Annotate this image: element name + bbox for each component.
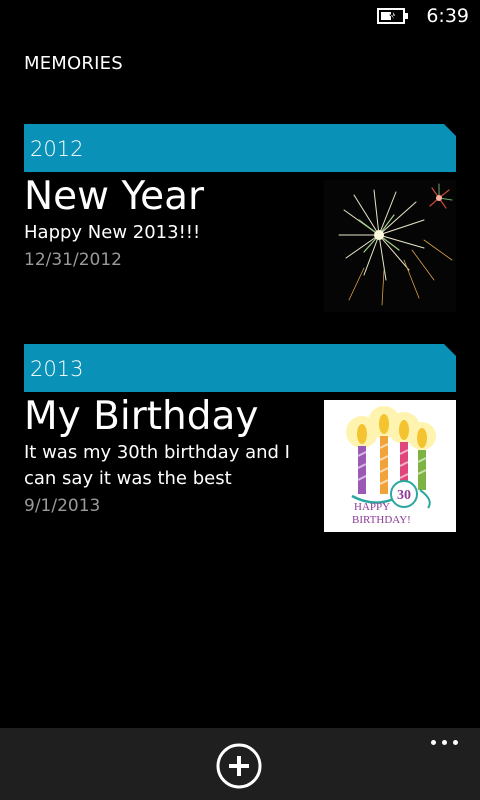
app-title: MEMORIES (24, 53, 123, 74)
memory-date: 12/31/2012 (24, 250, 122, 270)
year-label: 2012 (30, 137, 84, 161)
year-header-background (24, 124, 456, 172)
memory-description: Happy New 2013!!! (24, 222, 201, 243)
dot (430, 739, 436, 745)
memory-item[interactable]: My Birthday It was my 30th birthday and … (24, 392, 456, 532)
memory-group-2013: 2013 My Birthday It was my 30th birthday… (24, 344, 456, 532)
birthday-number: 30 (397, 488, 411, 503)
app-bar (0, 728, 480, 800)
memory-item[interactable]: New Year Happy New 2013!!! 12/31/2012 (24, 172, 456, 312)
add-circle-icon[interactable] (215, 742, 263, 790)
birthday-image-text-2: BIRTHDAY! (352, 514, 411, 526)
status-bar: 6:39 (0, 0, 480, 32)
year-header[interactable]: 2013 (24, 344, 456, 392)
battery-charging-icon (377, 8, 409, 24)
year-header[interactable]: 2012 (24, 124, 456, 172)
year-label: 2013 (30, 357, 84, 381)
memory-description: It was my 30th birthday and I can say it… (24, 442, 290, 489)
dot (441, 739, 447, 745)
birthday-candles-image[interactable]: 30 HAPPY BIRTHDAY! (324, 400, 456, 532)
memory-title: My Birthday (24, 394, 259, 439)
memory-date: 9/1/2013 (24, 496, 101, 516)
dot (452, 739, 458, 745)
fireworks-image[interactable] (324, 180, 456, 312)
memory-title: New Year (24, 174, 205, 219)
status-clock: 6:39 (426, 5, 469, 27)
year-header-background (24, 344, 456, 392)
more-dots-icon[interactable] (428, 734, 460, 750)
memory-group-2012: 2012 New Year Happy New 2013!!! 12/31/20… (24, 124, 456, 312)
birthday-image-text-1: HAPPY (354, 501, 390, 513)
